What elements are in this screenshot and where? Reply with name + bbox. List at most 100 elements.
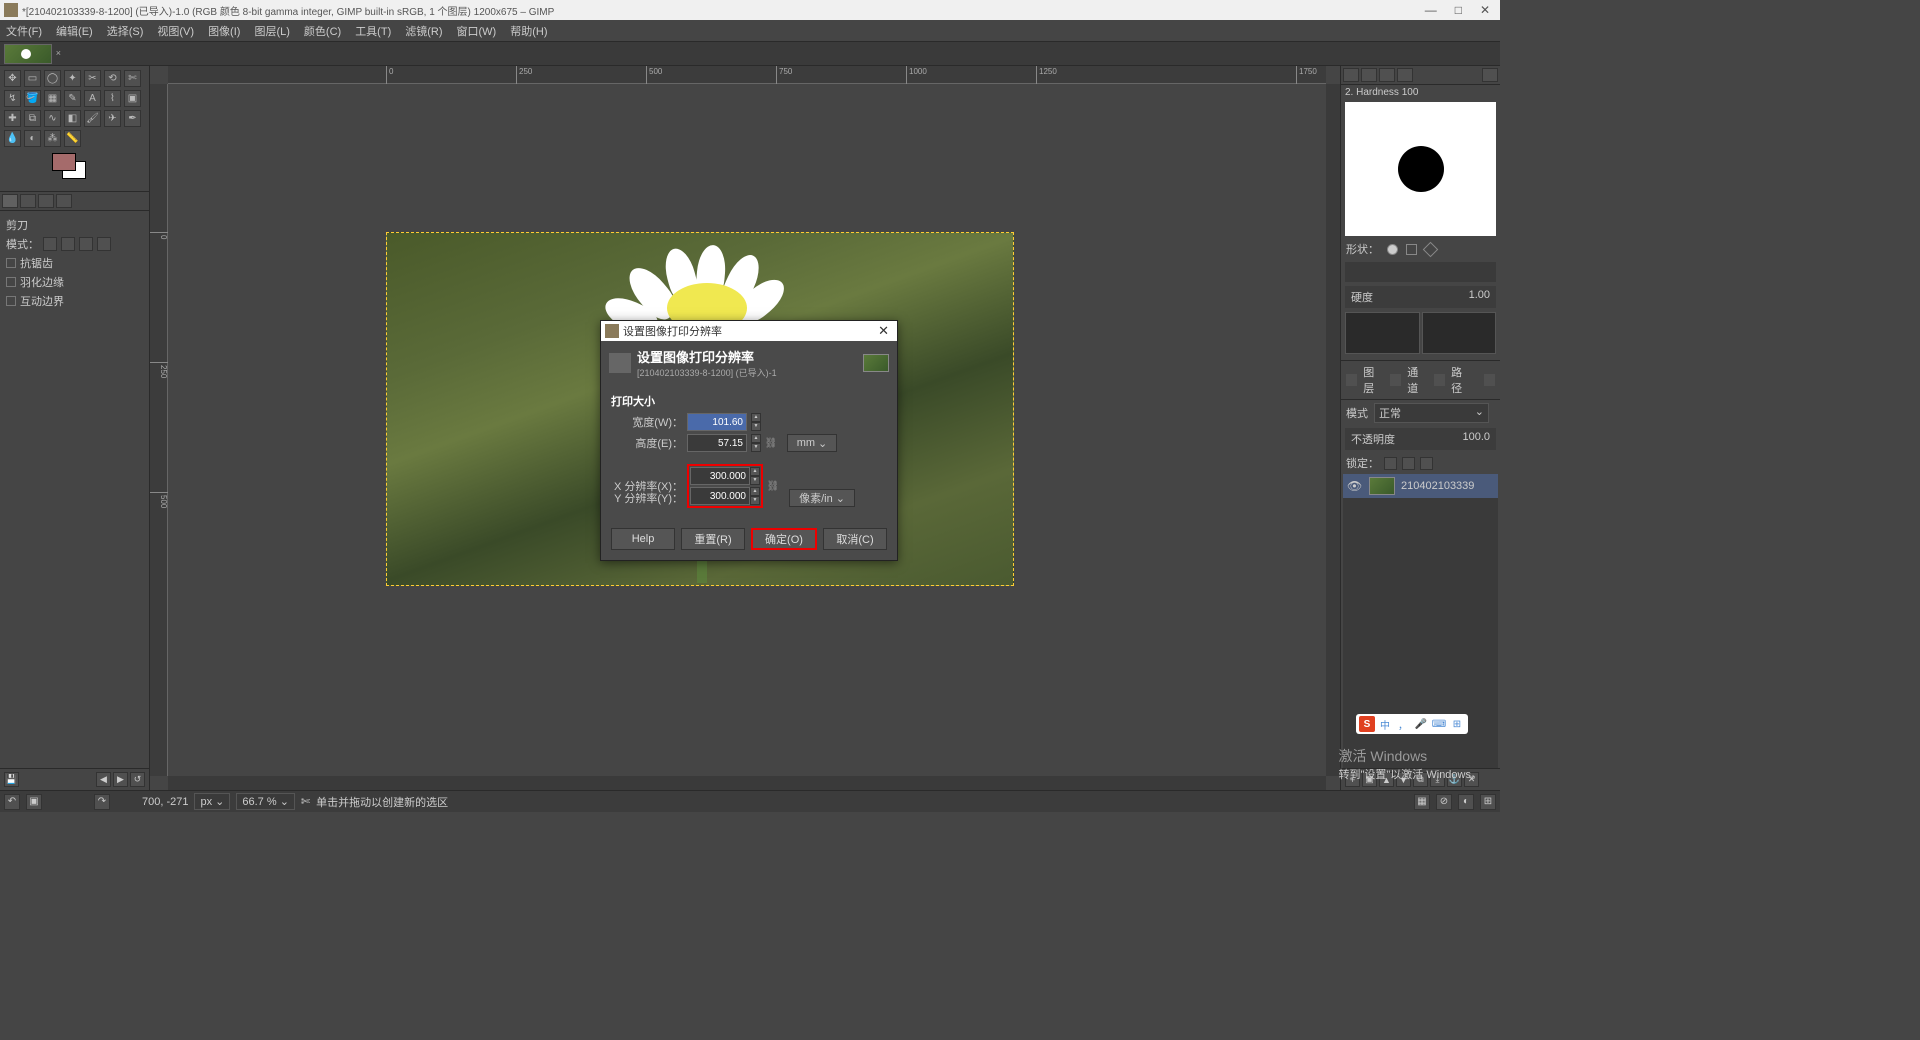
- tool-rect-select[interactable]: ▭: [24, 70, 41, 87]
- xres-spinner[interactable]: ▲▼: [750, 467, 760, 485]
- status-mask-icon[interactable]: ▣: [26, 794, 42, 810]
- width-input[interactable]: 101.60: [687, 413, 747, 431]
- tool-align[interactable]: ▣: [124, 90, 141, 107]
- feather-checkbox[interactable]: [6, 277, 16, 287]
- tab-close-icon[interactable]: ×: [56, 48, 61, 58]
- new-group-icon[interactable]: ▣: [1362, 772, 1377, 787]
- size-link-icon[interactable]: ⛓: [765, 438, 777, 449]
- dialog-close-icon[interactable]: ✕: [874, 323, 893, 339]
- status-display-filter-icon[interactable]: ⊞: [1480, 794, 1496, 810]
- blend-mode-select[interactable]: 正常⌄: [1374, 403, 1489, 423]
- close-button[interactable]: ✕: [1480, 3, 1490, 17]
- status-undo-icon[interactable]: ↶: [4, 794, 20, 810]
- status-nav-icon[interactable]: ▦: [1414, 794, 1430, 810]
- tool-gradient[interactable]: ▦: [44, 90, 61, 107]
- tool-eraser[interactable]: ◧: [64, 110, 81, 127]
- tool-heal[interactable]: ✚: [4, 110, 21, 127]
- dock-tab-document-history[interactable]: [1397, 68, 1413, 82]
- brush-graph-2[interactable]: [1422, 312, 1497, 354]
- layers-dock-menu-icon[interactable]: [1484, 374, 1495, 386]
- height-input[interactable]: 57.15: [687, 434, 747, 452]
- new-layer-icon[interactable]: +: [1345, 772, 1360, 787]
- resolution-link-icon[interactable]: ⛓: [767, 481, 779, 492]
- merge-down-icon[interactable]: ⤓: [1430, 772, 1445, 787]
- size-unit-select[interactable]: mm⌄: [787, 434, 837, 452]
- color-swatches[interactable]: [52, 153, 92, 183]
- ime-voice-icon[interactable]: 🎤: [1413, 716, 1429, 732]
- channels-tab-icon[interactable]: [1390, 374, 1401, 386]
- tool-move[interactable]: ✥: [4, 70, 21, 87]
- cancel-button[interactable]: 取消(C): [823, 528, 887, 550]
- delete-layer-icon[interactable]: ✕: [1464, 772, 1479, 787]
- tool-text[interactable]: A: [84, 90, 101, 107]
- menu-filters[interactable]: 滤镜(R): [405, 23, 442, 39]
- shape-square[interactable]: [1406, 244, 1417, 255]
- zoom-select[interactable]: 66.7 % ⌄: [236, 793, 295, 810]
- reset-tool-left-icon[interactable]: ◀: [96, 772, 111, 787]
- dock-tab-device[interactable]: [20, 194, 36, 208]
- menu-colors[interactable]: 颜色(C): [304, 23, 341, 39]
- status-cancel-icon[interactable]: ⊘: [1436, 794, 1452, 810]
- ime-keyboard-icon[interactable]: ⌨: [1431, 716, 1447, 732]
- ime-grid-icon[interactable]: ⊞: [1449, 716, 1465, 732]
- lock-alpha-icon[interactable]: [1420, 457, 1433, 470]
- tool-color-picker[interactable]: ⁂: [44, 130, 61, 147]
- brush-graph-1[interactable]: [1345, 312, 1420, 354]
- duplicate-layer-icon[interactable]: ⧉: [1413, 772, 1428, 787]
- foreground-color[interactable]: [52, 153, 76, 171]
- opacity-row[interactable]: 不透明度 100.0: [1345, 428, 1496, 450]
- tool-blur[interactable]: 💧: [4, 130, 21, 147]
- maximize-button[interactable]: □: [1455, 3, 1462, 17]
- status-soft-proof-icon[interactable]: ◐: [1458, 794, 1474, 810]
- menu-file[interactable]: 文件(F): [6, 23, 42, 39]
- scrollbar-horizontal[interactable]: [168, 776, 1326, 790]
- dock-tab-tool-options[interactable]: [2, 194, 18, 208]
- save-tool-preset-icon[interactable]: 💾: [4, 772, 19, 787]
- image-tab[interactable]: ×: [4, 44, 52, 64]
- dock-tab-history[interactable]: [38, 194, 54, 208]
- reset-tool-options-icon[interactable]: ↺: [130, 772, 145, 787]
- yres-spinner[interactable]: ▲▼: [750, 487, 760, 505]
- dock-tab-fonts[interactable]: [1379, 68, 1395, 82]
- mode-replace[interactable]: [43, 237, 57, 251]
- paths-tab-icon[interactable]: [1434, 374, 1445, 386]
- tool-ink[interactable]: ✒: [124, 110, 141, 127]
- ruler-horizontal[interactable]: 0 250 500 750 1000 1250 1750: [168, 66, 1326, 84]
- reset-tool-right-icon[interactable]: ▶: [113, 772, 128, 787]
- tool-path[interactable]: ⌇: [104, 90, 121, 107]
- ime-punct[interactable]: ，: [1395, 716, 1411, 732]
- antialias-checkbox[interactable]: [6, 258, 16, 268]
- shape-circle[interactable]: [1387, 244, 1398, 255]
- layer-name[interactable]: 210402103339: [1401, 480, 1474, 492]
- tool-clone[interactable]: ⧉: [24, 110, 41, 127]
- menu-image[interactable]: 图像(I): [208, 23, 240, 39]
- reset-button[interactable]: 重置(R): [681, 528, 745, 550]
- tool-free-select[interactable]: ◯: [44, 70, 61, 87]
- tool-rotate[interactable]: ⟲: [104, 70, 121, 87]
- yres-input[interactable]: 300.000: [690, 487, 750, 505]
- ime-logo-icon[interactable]: S: [1359, 716, 1375, 732]
- lock-position-icon[interactable]: [1402, 457, 1415, 470]
- status-redo-icon[interactable]: ↷: [94, 794, 110, 810]
- menu-edit[interactable]: 编辑(E): [56, 23, 93, 39]
- menu-layer[interactable]: 图层(L): [254, 23, 289, 39]
- lock-pixels-icon[interactable]: [1384, 457, 1397, 470]
- unit-select[interactable]: px ⌄: [194, 793, 230, 810]
- mode-add[interactable]: [61, 237, 75, 251]
- anchor-layer-icon[interactable]: ⚓: [1447, 772, 1462, 787]
- dock-tab-images[interactable]: [56, 194, 72, 208]
- dialog-titlebar[interactable]: 设置图像打印分辨率 ✕: [601, 321, 897, 341]
- raise-layer-icon[interactable]: ▲: [1379, 772, 1394, 787]
- dock-tab-menu-icon[interactable]: [1482, 68, 1498, 82]
- tool-crop[interactable]: ✂: [84, 70, 101, 87]
- xres-input[interactable]: 300.000: [690, 467, 750, 485]
- layer-row[interactable]: 👁 210402103339: [1343, 474, 1498, 498]
- lower-layer-icon[interactable]: ▼: [1396, 772, 1411, 787]
- height-spinner[interactable]: ▲▼: [751, 434, 761, 452]
- width-spinner[interactable]: ▲▼: [751, 413, 761, 431]
- tool-warp[interactable]: ↯: [4, 90, 21, 107]
- res-unit-select[interactable]: 像素/in⌄: [789, 489, 855, 507]
- ime-toolbar[interactable]: S 中 ， 🎤 ⌨ ⊞: [1356, 714, 1468, 734]
- tool-bucket[interactable]: 🪣: [24, 90, 41, 107]
- menu-windows[interactable]: 窗口(W): [457, 23, 497, 39]
